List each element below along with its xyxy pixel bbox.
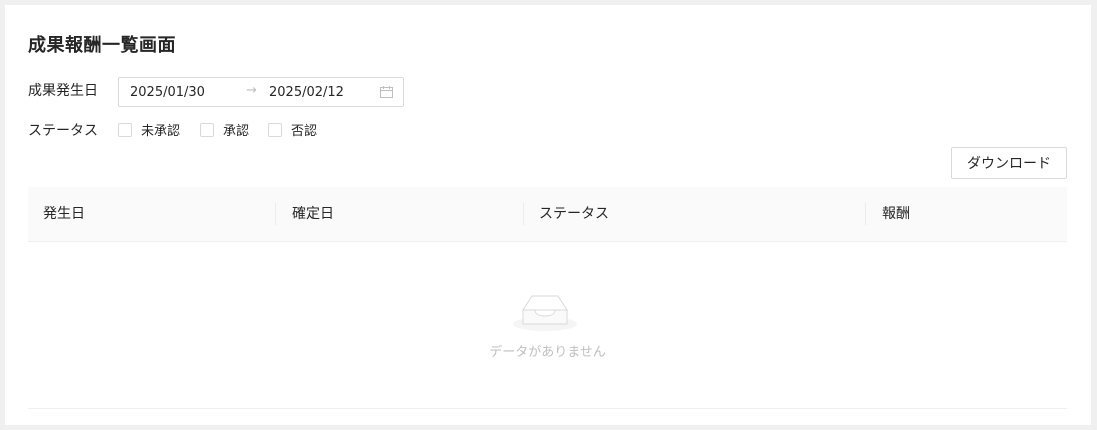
checkbox-label: 未承認 bbox=[141, 124, 181, 139]
content-card: 成果報酬一覧画面 成果発生日 2025/01/30 → 2025/02/12 ス… bbox=[5, 5, 1091, 425]
date-end-input[interactable]: 2025/02/12 bbox=[269, 85, 344, 100]
column-separator bbox=[523, 203, 524, 225]
empty-state-text: データがありません bbox=[489, 345, 606, 360]
date-range-picker[interactable]: 2025/01/30 → 2025/02/12 bbox=[118, 77, 404, 107]
status-checkbox-unapproved[interactable]: 未承認 bbox=[118, 120, 180, 139]
empty-inbox-icon bbox=[513, 295, 577, 331]
range-arrow-icon: → bbox=[246, 83, 257, 98]
column-separator bbox=[275, 203, 276, 225]
status-checkbox-approved[interactable]: 承認 bbox=[200, 120, 249, 139]
checkbox-label: 否認 bbox=[291, 124, 318, 139]
checkbox-box[interactable] bbox=[268, 122, 282, 137]
column-header-status[interactable]: ステータス bbox=[539, 187, 609, 241]
table-header: 発生日 確定日 ステータス 報酬 bbox=[28, 187, 1067, 242]
status-checkbox-rejected[interactable]: 否認 bbox=[268, 120, 317, 139]
date-filter-label: 成果発生日 bbox=[28, 83, 98, 99]
checkbox-box[interactable] bbox=[118, 122, 132, 137]
download-button[interactable]: ダウンロード bbox=[951, 147, 1067, 179]
status-filter-label: ステータス bbox=[28, 123, 98, 139]
column-header-occurred-date[interactable]: 発生日 bbox=[43, 187, 85, 241]
column-separator bbox=[865, 203, 866, 225]
table-body: データがありません bbox=[28, 242, 1067, 409]
checkbox-box[interactable] bbox=[200, 122, 214, 137]
results-table: 発生日 確定日 ステータス 報酬 データがありません bbox=[28, 187, 1067, 409]
date-start-input[interactable]: 2025/01/30 bbox=[130, 85, 205, 100]
column-header-reward[interactable]: 報酬 bbox=[882, 187, 910, 241]
page-title: 成果報酬一覧画面 bbox=[28, 35, 176, 56]
column-header-confirmed-date[interactable]: 確定日 bbox=[292, 187, 334, 241]
calendar-icon[interactable] bbox=[380, 86, 393, 98]
checkbox-label: 承認 bbox=[223, 124, 250, 139]
